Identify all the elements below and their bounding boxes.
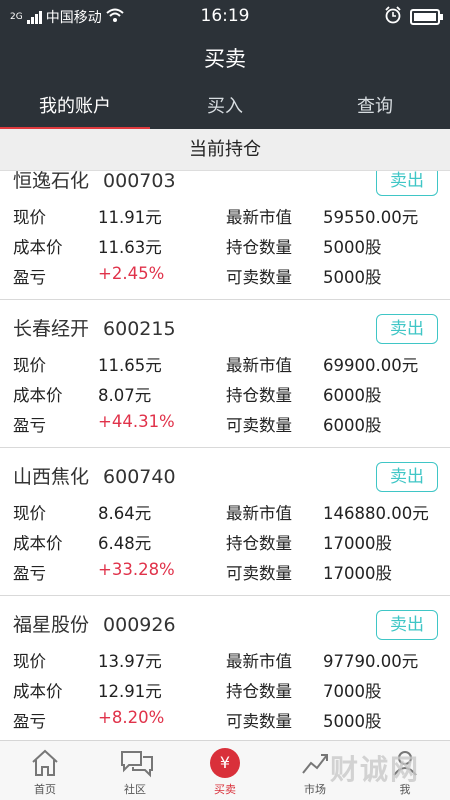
chat-icon [119,747,153,779]
stock-name: 恒逸石化 000703 [13,171,176,192]
pnl-value: +33.28% [98,560,175,579]
page-title: 买卖 [0,32,450,87]
available-label: 可卖数量 [226,268,292,287]
list-item[interactable]: 长春经开 600215 卖出 现价 11.65元 最新市值 69900.00元 成本价 8… [0,300,450,448]
list-item[interactable]: 恒逸石化 000703 卖出 现价 11.91元 最新市值 59550.00元 成本价 1… [0,171,450,300]
alarm-icon [384,6,402,28]
cost-label: 成本价 [13,238,63,257]
status-bar: 2G 中国移动 16:19 [0,0,450,32]
available-value: 5000股 [323,712,382,731]
cost-value: 12.91元 [98,682,162,701]
quantity-value: 17000股 [323,534,392,553]
cost-value: 11.63元 [98,238,162,257]
pnl-value: +2.45% [98,264,165,283]
available-value: 17000股 [323,564,392,583]
stock-code: 600740 [103,466,176,488]
cost-value: 6.48元 [98,534,152,553]
price-value: 11.65元 [98,356,162,375]
cost-value: 8.07元 [98,386,152,405]
stock-name: 福星股份 000926 [13,614,176,636]
quantity-value: 7000股 [323,682,382,701]
sell-button[interactable]: 卖出 [376,610,438,640]
stock-code: 000703 [103,171,176,192]
stock-name: 长春经开 600215 [13,318,176,340]
sell-button[interactable]: 卖出 [376,171,438,196]
pnl-label: 盈亏 [13,268,46,287]
nav-community[interactable]: 社区 [90,741,180,800]
tab-buy[interactable]: 买入 [150,87,300,129]
available-label: 可卖数量 [226,564,292,583]
quantity-label: 持仓数量 [226,386,292,405]
market-value: 97790.00元 [323,652,419,671]
pnl-label: 盈亏 [13,712,46,731]
pnl-value: +44.31% [98,412,175,431]
cost-label: 成本价 [13,386,63,405]
tab-my-account[interactable]: 我的账户 [0,87,150,131]
quantity-value: 6000股 [323,386,382,405]
available-label: 可卖数量 [226,416,292,435]
market-value-label: 最新市值 [226,652,292,671]
quantity-label: 持仓数量 [226,238,292,257]
nav-community-label: 社区 [124,783,146,796]
price-label: 现价 [13,652,46,671]
market-value-label: 最新市值 [226,356,292,375]
pnl-value: +8.20% [98,708,165,727]
market-value-label: 最新市值 [226,504,292,523]
yuan-icon: ¥ [209,747,241,779]
watermark: 财诚网 [329,753,420,786]
quantity-label: 持仓数量 [226,534,292,553]
nav-home[interactable]: 首页 [0,741,90,800]
cost-label: 成本价 [13,682,63,701]
market-value: 69900.00元 [323,356,419,375]
market-value: 146880.00元 [323,504,429,523]
list-item[interactable]: 山西焦化 600740 卖出 现价 8.64元 最新市值 146880.00元 成本价 6… [0,448,450,596]
pnl-label: 盈亏 [13,564,46,583]
sell-button[interactable]: 卖出 [376,462,438,492]
section-title: 当前持仓 [0,129,450,171]
market-value-label: 最新市值 [226,208,292,227]
list-item[interactable]: 福星股份 000926 卖出 现价 13.97元 最新市值 97790.00元 成本价 1… [0,596,450,740]
battery-icon [410,9,443,25]
quantity-value: 5000股 [323,238,382,257]
stock-code: 000926 [103,614,176,636]
tab-query[interactable]: 查询 [300,87,450,129]
stock-code: 600215 [103,318,176,340]
available-value: 6000股 [323,416,382,435]
price-value: 11.91元 [98,208,162,227]
home-icon [29,747,61,779]
price-label: 现价 [13,504,46,523]
price-value: 8.64元 [98,504,152,523]
nav-home-label: 首页 [34,783,56,796]
stock-name: 山西焦化 600740 [13,466,176,488]
chart-icon [299,747,331,779]
market-value: 59550.00元 [323,208,419,227]
holdings-list[interactable]: 恒逸石化 000703 卖出 现价 11.91元 最新市值 59550.00元 成本价 1… [0,171,450,740]
price-label: 现价 [13,356,46,375]
pnl-label: 盈亏 [13,416,46,435]
price-label: 现价 [13,208,46,227]
cost-label: 成本价 [13,534,63,553]
nav-trade-label: 买卖 [214,783,236,796]
nav-trade[interactable]: ¥ 买卖 [180,741,270,800]
clock: 16:19 [200,6,250,26]
available-value: 5000股 [323,268,382,287]
available-label: 可卖数量 [226,712,292,731]
tab-bar: 我的账户 买入 查询 [0,87,450,131]
price-value: 13.97元 [98,652,162,671]
quantity-label: 持仓数量 [226,682,292,701]
sell-button[interactable]: 卖出 [376,314,438,344]
